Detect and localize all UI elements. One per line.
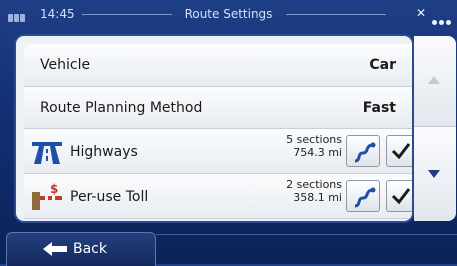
arrow-down-icon (428, 170, 440, 178)
highways-route-button[interactable] (346, 135, 380, 167)
toll-sections: 2 sections (286, 178, 342, 191)
more-menu-icon[interactable] (430, 14, 451, 28)
toll-route-button[interactable] (346, 180, 380, 212)
bottom-bar: Back (0, 228, 457, 266)
svg-text:$: $ (50, 182, 58, 196)
highways-sections: 5 sections (286, 133, 342, 146)
vehicle-value: Car (369, 57, 396, 73)
arrow-up-icon (428, 76, 440, 84)
gps-status-icon[interactable]: ✕ (416, 6, 427, 20)
checkmark-icon (391, 188, 411, 205)
toll-icon: $ (32, 182, 62, 210)
highways-distance: 754.3 mi (293, 146, 342, 159)
scroll-up-button[interactable] (414, 36, 456, 127)
highways-checkbox[interactable] (386, 135, 412, 167)
back-label: Back (73, 241, 107, 257)
route-icon (354, 187, 376, 208)
toll-row[interactable]: $ Per-use Toll 2 sections 358.1 mi (24, 174, 412, 219)
scroll-down-button[interactable] (414, 127, 456, 221)
toll-stats: 2 sections 358.1 mi (246, 178, 342, 204)
settings-list: Vehicle Car Route Planning Method Fast H… (16, 36, 412, 221)
highways-stats: 5 sections 754.3 mi (246, 133, 342, 159)
toll-distance: 358.1 mi (293, 191, 342, 204)
toll-label: Per-use Toll (70, 189, 149, 205)
page-title: Route Settings (184, 7, 273, 21)
route-planning-label: Route Planning Method (40, 100, 203, 116)
vehicle-label: Vehicle (40, 57, 91, 73)
toll-checkbox[interactable] (386, 180, 412, 212)
checkmark-icon (391, 143, 411, 160)
vehicle-row[interactable]: Vehicle Car (24, 44, 412, 87)
bottom-divider (156, 234, 457, 235)
route-planning-row[interactable]: Route Planning Method Fast (24, 87, 412, 129)
route-icon (354, 142, 376, 163)
route-planning-value: Fast (362, 100, 396, 116)
highway-icon (32, 142, 62, 164)
arrow-left-icon (43, 242, 67, 256)
status-divider-right (286, 14, 386, 15)
back-button[interactable]: Back (6, 232, 156, 266)
status-bar: 14:45 Route Settings ✕ (0, 0, 457, 30)
highways-label: Highways (70, 144, 138, 160)
highways-row[interactable]: Highways 5 sections 754.3 mi (24, 129, 412, 174)
